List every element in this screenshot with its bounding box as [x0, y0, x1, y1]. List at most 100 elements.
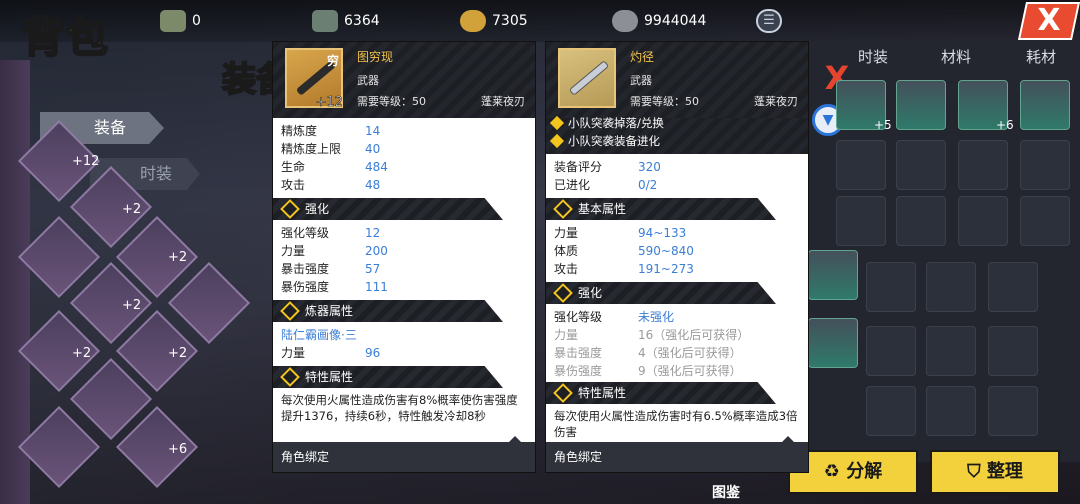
close-icon: X — [1037, 3, 1061, 38]
resource-value: 6364 — [344, 13, 380, 29]
stat-label: 已进化 — [554, 178, 591, 192]
inventory-slot[interactable] — [988, 326, 1038, 376]
inventory-slot[interactable] — [866, 262, 916, 312]
inventory-slot[interactable] — [896, 80, 946, 130]
stat-value: 200 — [365, 244, 388, 258]
section-special: 特性属性 — [273, 366, 503, 388]
inventory-slot[interactable] — [1020, 196, 1070, 246]
stat-label: 精炼度 — [281, 124, 318, 138]
refine-name: 陆仁霸画像·三 — [281, 328, 357, 342]
inventory-slot[interactable] — [836, 140, 886, 190]
inventory-slot[interactable] — [926, 262, 976, 312]
item-required-level: 需要等级：50 — [630, 95, 699, 108]
item-plus-label: +2 — [122, 298, 142, 313]
menu-button[interactable]: ☰ — [756, 9, 782, 33]
section-enhance: 强化 — [546, 282, 776, 304]
stat-value: 0/2 — [638, 178, 658, 192]
item-name: 灼径 — [630, 50, 655, 64]
section-title: 基本属性 — [578, 202, 627, 216]
special-description: 每次使用火属性造成伤害有8%概率使伤害强度提升1376，持续6秒，特性触发冷却8… — [281, 393, 518, 423]
chevron-down-icon: ▼ — [822, 112, 834, 128]
inventory-slot[interactable] — [896, 140, 946, 190]
slot-plus-label: +6 — [996, 118, 1014, 132]
inventory-slot[interactable] — [926, 326, 976, 376]
item-badge: 穷 — [326, 54, 339, 68]
section-title: 强化 — [578, 286, 603, 300]
item-source: 蓬莱夜刃 — [481, 95, 525, 108]
stat-value: 57 — [365, 262, 381, 276]
character-art — [0, 60, 30, 504]
close-button[interactable]: X — [1017, 2, 1080, 40]
stat-value: 111 — [365, 280, 388, 294]
stat-label: 体质 — [554, 244, 579, 258]
source-line: 小队突袭掉落/兑换 — [549, 114, 664, 132]
item-enhance-level: +12 — [315, 95, 343, 111]
gold-coin-icon — [460, 10, 486, 32]
binding-status: 角色绑定 — [273, 442, 535, 472]
diamond-icon — [553, 383, 573, 403]
diamond-icon — [553, 199, 573, 219]
inventory-slot[interactable] — [896, 196, 946, 246]
tab-materials[interactable]: 材料 — [941, 46, 971, 67]
inventory-slot[interactable] — [958, 196, 1008, 246]
item-required-level: 需要等级：50 — [357, 95, 426, 108]
section-refine: 炼器属性 — [273, 300, 503, 322]
blade-shape — [568, 60, 610, 96]
resource-gold: 7305 — [460, 8, 528, 34]
section-title: 特性属性 — [578, 386, 627, 400]
stat-value: 191~273 — [638, 262, 694, 276]
weapon-icon: 穷 +12 — [285, 48, 343, 111]
stat-label: 精炼度上限 — [281, 142, 342, 156]
item-plus-label: +2 — [168, 250, 188, 265]
inventory-slot[interactable] — [988, 386, 1038, 436]
catalog-button[interactable]: 图鉴 — [712, 482, 740, 502]
tab-consumables[interactable]: 耗材 — [1026, 46, 1056, 67]
stat-value: 12 — [365, 226, 381, 240]
stat-label: 力量 — [281, 346, 306, 360]
stat-label: 暴击强度 — [554, 346, 603, 360]
stat-value: 16（强化后可获得） — [638, 328, 750, 342]
stat-value: 4（强化后可获得） — [638, 346, 742, 360]
stat-value: 96 — [365, 346, 381, 360]
tooltip-header: 穷 +12 图穷现 武器 需要等级：50 蓬莱夜刃 — [273, 42, 535, 118]
tooltip-body: 小队突袭掉落/兑换 小队突袭装备进化 装备评分 320 已进化 0/2 基本属性… — [546, 115, 808, 442]
resource-cash: 6364 — [312, 8, 380, 34]
weapon-icon — [558, 48, 616, 108]
section-enhance: 强化 — [273, 198, 503, 220]
inventory-slot[interactable] — [1020, 140, 1070, 190]
tooltip-header: 灼径 武器 需要等级：50 蓬莱夜刃 — [546, 42, 808, 118]
inventory-slot[interactable] — [1020, 80, 1070, 130]
stat-label: 力量 — [281, 244, 306, 258]
bag-title: 背包 — [21, 12, 111, 63]
cash-stack-icon — [312, 10, 338, 32]
top-bar: 0 6364 7305 9944044 ☰ X — [0, 0, 1080, 42]
item-type: 武器 — [357, 74, 379, 87]
inventory-slot[interactable] — [808, 318, 858, 368]
item-type: 武器 — [630, 74, 652, 87]
item-plus-label: +12 — [72, 154, 100, 169]
inventory-slot[interactable] — [866, 326, 916, 376]
diamond-icon — [553, 283, 573, 303]
slot-plus-label: +5 — [874, 118, 892, 132]
item-tooltip-equipped: 穷 +12 图穷现 武器 需要等级：50 蓬莱夜刃 精炼度 14 精炼度上限 4… — [273, 42, 535, 472]
stat-label: 装备评分 — [554, 160, 603, 174]
tray-icon: ⛉ — [967, 461, 987, 482]
tab-fashion-items[interactable]: 时装 — [858, 46, 888, 67]
inventory-slot[interactable] — [958, 140, 1008, 190]
inventory-slot[interactable] — [988, 262, 1038, 312]
inventory-slot[interactable] — [866, 386, 916, 436]
resource-banknote: 0 — [160, 8, 201, 34]
inventory-slot[interactable] — [808, 250, 858, 300]
stat-label: 力量 — [554, 226, 579, 240]
section-title: 特性属性 — [305, 370, 354, 384]
source-text: 小队突袭装备进化 — [568, 134, 660, 148]
sort-button[interactable]: ⛉ 整理 — [930, 450, 1060, 494]
menu-icon: ☰ — [763, 13, 775, 28]
resource-value: 7305 — [492, 13, 528, 29]
item-tooltip-compare: 灼径 武器 需要等级：50 蓬莱夜刃 小队突袭掉落/兑换 小队突袭装备进化 装备… — [546, 42, 808, 472]
stat-label: 暴伤强度 — [281, 280, 330, 294]
inventory-slot[interactable] — [836, 196, 886, 246]
inventory-slot[interactable] — [926, 386, 976, 436]
stat-label: 力量 — [554, 328, 579, 342]
section-base: 基本属性 — [546, 198, 776, 220]
